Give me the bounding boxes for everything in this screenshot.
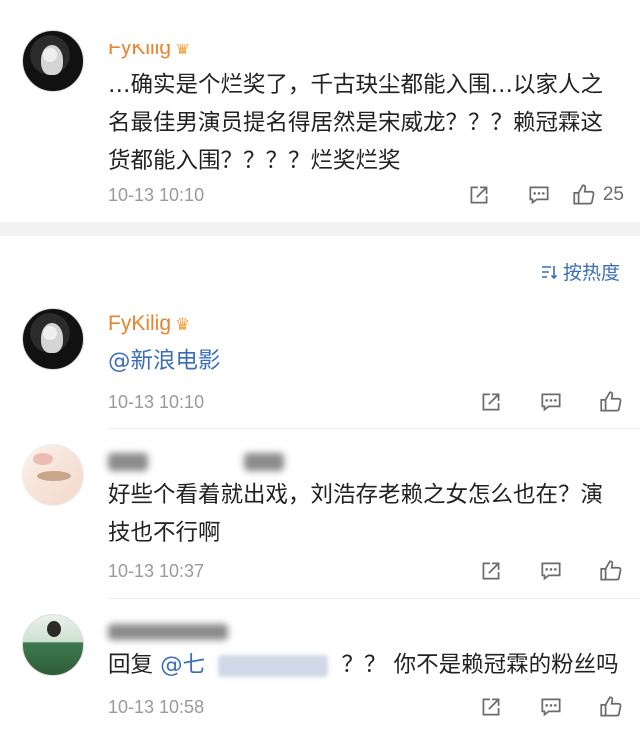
avatar[interactable] <box>22 614 84 676</box>
crown-badge-icon: ♛ <box>175 39 191 58</box>
username[interactable]: FyKilig ♛ <box>108 39 191 60</box>
blurred-username <box>108 453 148 472</box>
mention-link[interactable]: @七 <box>160 652 205 678</box>
comment-button[interactable] <box>504 694 564 720</box>
comment-icon <box>541 562 561 581</box>
sort-icon <box>541 265 558 279</box>
crown-badge-icon: ♛ <box>175 315 191 334</box>
comment-meta: 10-13 10:58 <box>108 692 624 722</box>
timestamp: 10-13 10:58 <box>108 696 205 717</box>
thumbs-up-icon <box>573 184 595 205</box>
comment-card: 回复 @七 ？？ 你不是赖冠霖的粉丝吗 10-13 10:58 <box>0 606 640 751</box>
comment-meta: 10-13 10:10 <box>108 387 624 417</box>
thumbs-up-icon <box>600 696 622 717</box>
username[interactable] <box>108 450 284 474</box>
mention-link[interactable]: @新浪电影 <box>108 348 221 374</box>
share-icon <box>470 186 488 204</box>
comment-text: @新浪电影 <box>108 342 624 380</box>
share-icon <box>482 698 500 716</box>
comment-button[interactable] <box>504 389 564 415</box>
comment-icon <box>541 698 561 717</box>
avatar[interactable] <box>22 444 84 506</box>
comment-card: FyKilig ♛ …确实是个烂奖了，千古玦尘都能入围…以家人之名最佳男演员提名得… <box>0 0 640 222</box>
username[interactable] <box>108 620 228 644</box>
comment-icon <box>529 186 549 205</box>
share-button[interactable] <box>444 389 504 415</box>
comment-text: 好些个看着就出戏，刘浩存老赖之女怎么也在？演技也不行啊 <box>108 482 604 546</box>
reply-text: ？？ 你不是赖冠霖的粉丝吗 <box>341 652 619 678</box>
divider <box>108 598 640 599</box>
share-button[interactable] <box>444 558 504 584</box>
divider <box>108 428 640 429</box>
reply-prefix: 回复 <box>108 652 154 678</box>
section-divider <box>0 222 640 236</box>
blurred-username <box>243 453 284 472</box>
blurred-mention <box>218 654 329 677</box>
comment-button[interactable] <box>492 182 552 208</box>
timestamp: 10-13 10:10 <box>108 391 205 412</box>
sort-label: 按热度 <box>562 262 620 284</box>
comment-text: 回复 @七 ？？ 你不是赖冠霖的粉丝吗 <box>108 646 624 684</box>
sort-toggle[interactable]: 按热度 <box>539 258 620 285</box>
thumbs-up-icon <box>600 560 622 581</box>
comment-icon <box>541 393 561 412</box>
avatar[interactable] <box>22 30 84 92</box>
avatar[interactable] <box>22 308 84 370</box>
comment-meta: 10-13 10:37 <box>108 556 624 586</box>
share-button[interactable] <box>444 694 504 720</box>
thumbs-up-icon <box>600 391 622 412</box>
like-count: 25 <box>602 184 624 205</box>
username[interactable]: FyKilig ♛ <box>108 312 190 336</box>
comment-text: …确实是个烂奖了，千古玦尘都能入围…以家人之名最佳男演员提名得居然是宋威龙？？？… <box>108 72 604 174</box>
blurred-username <box>108 624 228 641</box>
like-button[interactable] <box>564 694 624 720</box>
comment-button[interactable] <box>504 558 564 584</box>
like-button[interactable] <box>564 389 624 415</box>
timestamp: 10-13 10:37 <box>108 560 205 581</box>
share-button[interactable] <box>432 182 492 208</box>
comment-card: 好些个看着就出戏，刘浩存老赖之女怎么也在？演技也不行啊 10-13 10:37 <box>0 436 640 596</box>
like-button[interactable]: 25 <box>552 182 624 208</box>
timestamp: 10-13 10:10 <box>108 184 205 205</box>
comment-meta: 10-13 10:10 25 <box>108 180 624 210</box>
share-icon <box>482 393 500 411</box>
like-button[interactable] <box>564 558 624 584</box>
share-icon <box>482 562 500 580</box>
comment-card: FyKilig ♛ @新浪电影 10-13 10:10 <box>0 296 640 426</box>
